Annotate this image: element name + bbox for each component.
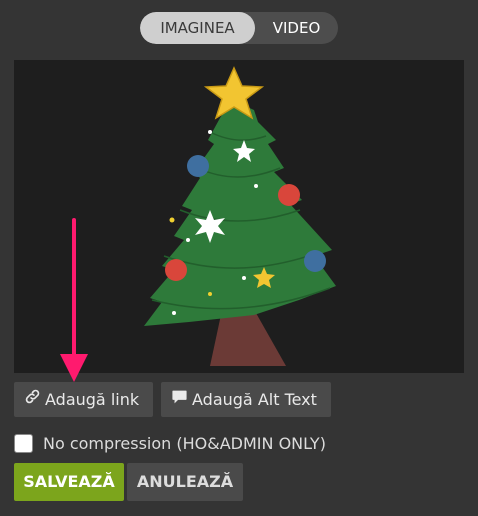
tab-image[interactable]: IMAGINEA (140, 12, 255, 44)
ornament-blue (304, 250, 326, 272)
comment-icon (171, 382, 188, 417)
tree-body (144, 100, 336, 326)
add-alt-text-label: Adaugă Alt Text (192, 390, 317, 409)
add-alt-text-button[interactable]: Adaugă Alt Text (161, 382, 331, 417)
add-link-label: Adaugă link (45, 390, 140, 409)
tree-light-yellow (208, 292, 212, 296)
ornament-blue (187, 155, 209, 177)
ornament-red (278, 184, 300, 206)
link-icon (24, 382, 41, 417)
no-compression-checkbox[interactable] (14, 433, 33, 453)
pointer-arrow-icon (60, 218, 88, 382)
media-type-toggle: IMAGINEA VIDEO (140, 12, 338, 44)
no-compression-row: No compression (HO&ADMIN ONLY) (14, 432, 326, 454)
tree-light-yellow (169, 217, 175, 223)
no-compression-label: No compression (HO&ADMIN ONLY) (43, 433, 326, 453)
add-link-button[interactable]: Adaugă link (14, 382, 153, 417)
tab-video[interactable]: VIDEO (255, 12, 338, 44)
cancel-button[interactable]: ANULEAZĂ (127, 463, 243, 501)
save-button[interactable]: SALVEAZĂ (14, 463, 124, 501)
ornament-red (165, 259, 187, 281)
